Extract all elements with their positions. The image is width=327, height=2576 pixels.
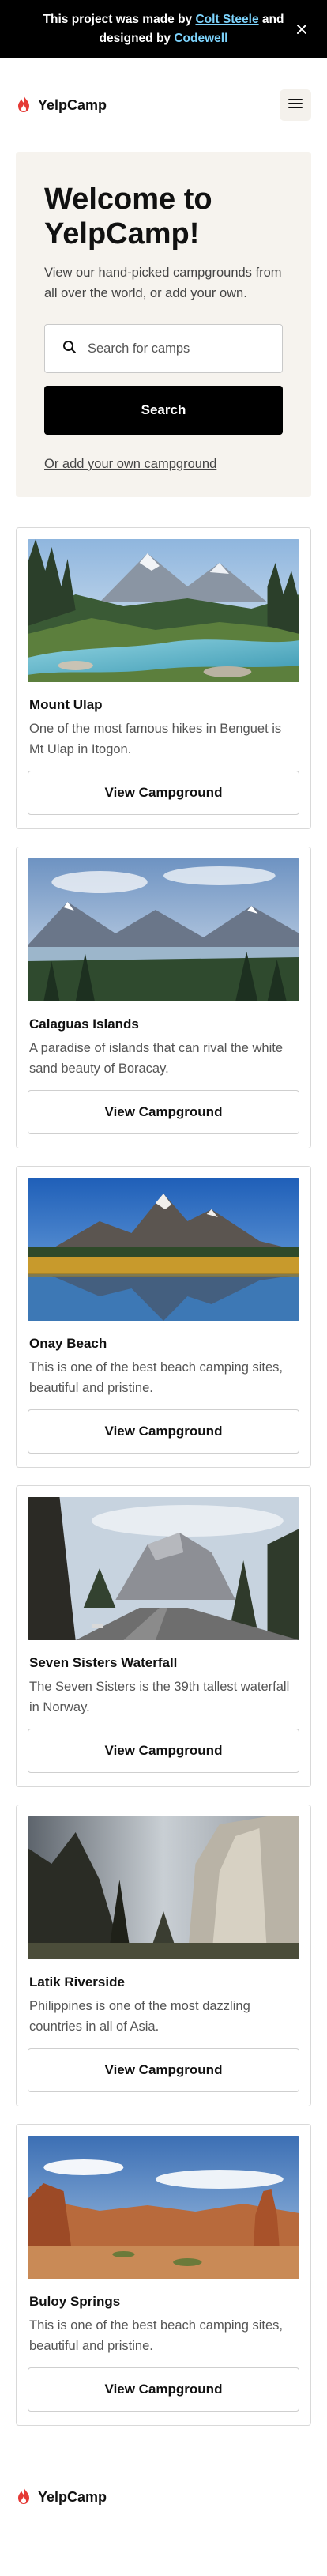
campground-card: Calaguas Islands A paradise of islands t… [16,847,311,1148]
campground-image [28,858,299,1001]
site-header: YelpCamp [0,58,327,152]
hero-subtitle: View our hand-picked campgrounds from al… [44,266,282,300]
add-campground-link[interactable]: Or add your own campground [44,457,283,472]
attribution-banner: This project was made by Colt Steele and… [0,0,327,58]
search-icon [62,340,77,358]
hamburger-icon [288,97,303,114]
close-icon[interactable] [294,21,310,37]
campground-name: Latik Riverside [29,1974,125,1990]
menu-button[interactable] [280,89,311,121]
campground-description: The Seven Sisters is the 39th tallest wa… [29,1680,290,1714]
campground-description: This is one of the best beach camping si… [29,2318,284,2353]
banner-text: This project was made by Colt Steele and… [38,10,289,48]
campground-name: Onay Beach [29,1336,107,1351]
campground-card: Seven Sisters Waterfall The Seven Sister… [16,1485,311,1787]
flame-icon [16,94,32,117]
logo[interactable]: YelpCamp [16,94,107,117]
campground-description: This is one of the best beach camping si… [29,1360,284,1395]
banner-text-start: This project was made by [43,13,196,26]
campground-description: A paradise of islands that can rival the… [29,1041,284,1076]
footer-logo-text: YelpCamp [38,2488,107,2505]
campground-card: Onay Beach This is one of the best beach… [16,1166,311,1468]
flame-icon [16,2486,32,2509]
campground-name: Buloy Springs [29,2294,121,2309]
campground-image [28,1497,299,1640]
search-box[interactable] [44,324,283,373]
campground-image [28,2136,299,2279]
hero-title: Welcome to YelpCamp! [44,183,212,251]
search-button[interactable]: Search [44,386,283,435]
view-campground-button[interactable]: View Campground [28,2367,299,2412]
campground-name: Seven Sisters Waterfall [29,1655,178,1670]
view-campground-button[interactable]: View Campground [28,1090,299,1134]
search-input[interactable] [88,341,265,356]
designer-link[interactable]: Codewell [174,32,227,45]
footer-logo[interactable]: YelpCamp [16,2486,107,2509]
campground-card: Buloy Springs This is one of the best be… [16,2124,311,2426]
view-campground-button[interactable]: View Campground [28,2048,299,2092]
campground-name: Calaguas Islands [29,1016,139,1032]
campground-name: Mount Ulap [29,697,103,712]
campground-list: Mount Ulap One of the most famous hikes … [0,497,327,2426]
campground-image [28,1816,299,1959]
view-campground-button[interactable]: View Campground [28,1409,299,1454]
campground-card: Mount Ulap One of the most famous hikes … [16,527,311,829]
author-link[interactable]: Colt Steele [195,13,258,26]
view-campground-button[interactable]: View Campground [28,1729,299,1773]
campground-image [28,539,299,682]
view-campground-button[interactable]: View Campground [28,771,299,815]
logo-text: YelpCamp [38,96,107,113]
hero-section: Welcome to YelpCamp! View our hand-picke… [16,152,311,497]
campground-image [28,1178,299,1321]
campground-description: One of the most famous hikes in Benguet … [29,722,282,756]
site-footer: YelpCamp [0,2443,327,2551]
campground-card: Latik Riverside Philippines is one of th… [16,1805,311,2106]
campground-description: Philippines is one of the most dazzling … [29,1999,250,2034]
